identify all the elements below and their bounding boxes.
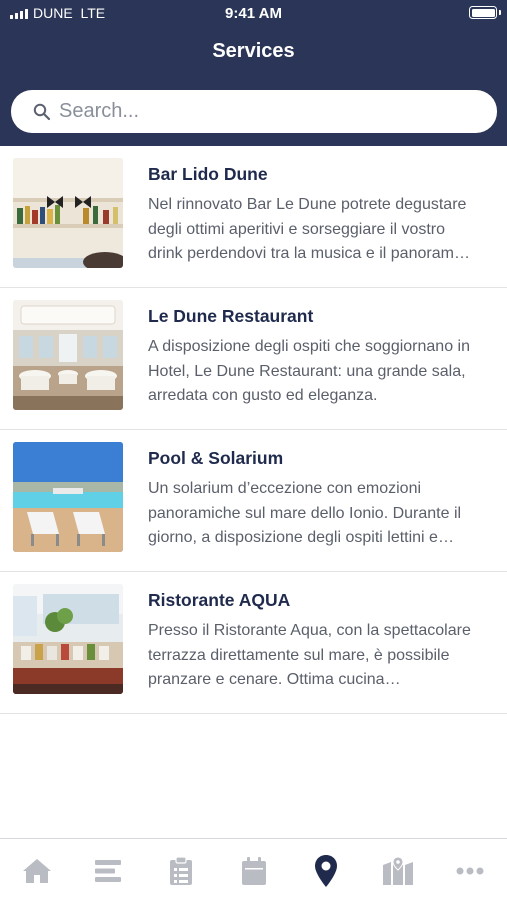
home-icon — [23, 859, 51, 883]
list-item[interactable]: Bar Lido Dune Nel rinnovato Bar Le Dune … — [0, 146, 507, 288]
list-item[interactable]: Ristorante AQUA Presso il Ristorante Aqu… — [0, 572, 507, 714]
menu-icon — [95, 860, 121, 882]
map-icon — [383, 856, 413, 885]
search-bar[interactable] — [11, 90, 497, 133]
services-list: Bar Lido Dune Nel rinnovato Bar Le Dune … — [0, 146, 507, 714]
restaurant-thumbnail — [13, 300, 123, 410]
header-bar: DUNE LTE 9:41 AM Services — [0, 0, 507, 146]
tab-calendar[interactable] — [237, 854, 271, 888]
list-item[interactable]: Pool & Solarium Un solarium d’eccezione … — [0, 430, 507, 572]
service-title: Pool & Solarium — [148, 448, 284, 468]
location-pin-icon — [315, 855, 337, 887]
search-input[interactable] — [59, 90, 479, 133]
tab-menu[interactable] — [91, 854, 125, 888]
service-title: Bar Lido Dune — [148, 164, 268, 184]
bar-lido-thumbnail — [13, 158, 123, 268]
tab-clipboard[interactable] — [164, 854, 198, 888]
service-description: Un solarium d’eccezione con emozioni pan… — [148, 480, 462, 546]
list-item[interactable]: Le Dune Restaurant A disposizione degli … — [0, 288, 507, 430]
service-title: Le Dune Restaurant — [148, 306, 314, 326]
tab-location[interactable] — [309, 854, 343, 888]
battery-icon — [469, 6, 497, 19]
more-icon — [456, 867, 484, 875]
status-bar: DUNE LTE 9:41 AM — [0, 0, 507, 28]
tab-bar — [0, 838, 507, 900]
tab-map[interactable] — [381, 854, 415, 888]
battery-cap — [498, 10, 501, 15]
pool-thumbnail — [13, 442, 123, 552]
status-time: 9:41 AM — [225, 5, 282, 22]
service-description: Nel rinnovato Bar Le Dune potrete degust… — [148, 196, 467, 262]
tab-more[interactable] — [453, 854, 487, 888]
ristorante-aqua-thumbnail — [13, 584, 123, 694]
tab-home[interactable] — [20, 854, 54, 888]
page-title: Services — [212, 40, 295, 62]
calendar-icon — [242, 857, 266, 885]
service-description: Presso il Ristorante Aqua, con la spetta… — [148, 622, 471, 688]
service-description: A disposizione degli ospiti che soggiorn… — [148, 338, 470, 404]
clipboard-icon — [170, 856, 192, 885]
search-icon — [33, 103, 51, 121]
service-title: Ristorante AQUA — [148, 590, 291, 610]
